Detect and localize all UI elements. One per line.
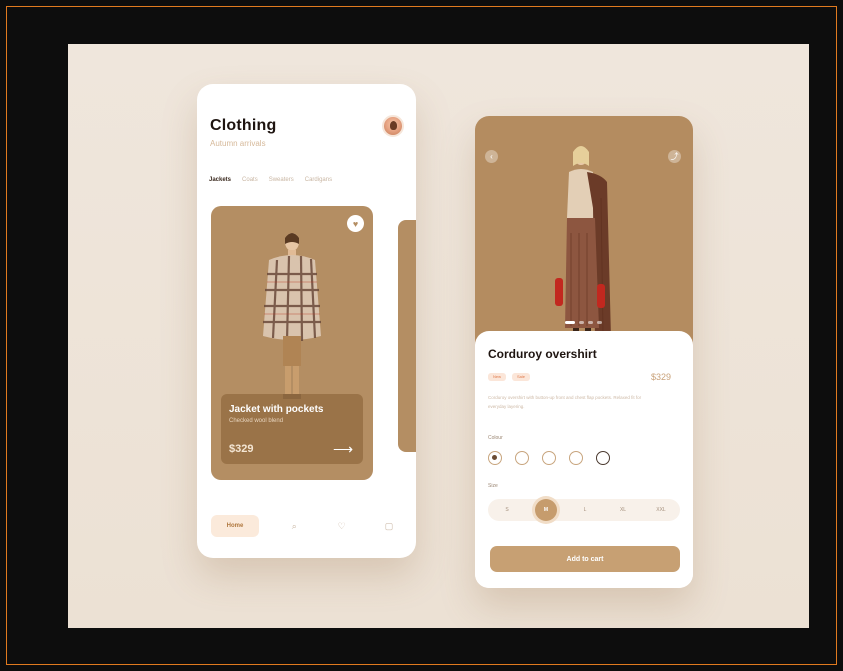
page-title: Clothing	[210, 117, 277, 134]
color-label: Colour	[488, 435, 503, 441]
add-to-cart-button[interactable]: Add to cart	[490, 546, 680, 572]
size-option-xxl[interactable]: XXL	[651, 507, 671, 513]
search-icon[interactable]: ⌕	[282, 521, 306, 532]
size-option-xl[interactable]: XL	[613, 507, 633, 513]
color-swatch-white[interactable]	[542, 451, 556, 465]
next-product-card-peek[interactable]	[398, 220, 416, 452]
color-swatches	[488, 451, 610, 465]
pagination-dot[interactable]	[565, 321, 575, 324]
share-icon[interactable]: ⤴	[668, 150, 681, 163]
featured-product-card[interactable]: ♥ Jacket with pockets Checked wool blend…	[211, 206, 373, 480]
catalog-phone: Clothing Autumn arrivals Jackets Coats S…	[197, 84, 416, 558]
size-option-l[interactable]: L	[575, 507, 595, 513]
tab-sweaters[interactable]: Sweaters	[269, 177, 294, 183]
color-swatch-cream[interactable]	[515, 451, 529, 465]
product-info-panel: Jacket with pockets Checked wool blend $…	[221, 394, 363, 464]
size-label: Size	[488, 483, 498, 489]
avatar[interactable]	[382, 115, 404, 137]
size-option-m[interactable]: M	[535, 499, 557, 521]
color-swatch-brown[interactable]	[488, 451, 502, 465]
nav-home-button[interactable]: Home	[211, 515, 259, 537]
back-arrow-icon[interactable]: ‹	[485, 150, 498, 163]
pagination-dot[interactable]	[597, 321, 602, 324]
arrow-right-icon[interactable]: ⟶	[333, 441, 353, 458]
tag-badge: Sale	[512, 373, 531, 381]
pagination-dot[interactable]	[579, 321, 584, 324]
product-detail-phone: ‹ ⤴ Corduroy overshirt New Sale $329 Cor…	[475, 116, 693, 588]
product-price: $329	[651, 372, 672, 382]
product-name: Jacket with pockets	[229, 404, 324, 415]
color-swatch-dark[interactable]	[596, 451, 610, 465]
image-pagination[interactable]	[565, 321, 602, 324]
color-swatch-beige[interactable]	[569, 451, 583, 465]
tab-jackets[interactable]: Jackets	[209, 177, 231, 183]
tab-coats[interactable]: Coats	[242, 177, 258, 183]
bottom-nav: Home ⌕ ♡ ▢	[211, 514, 401, 538]
product-title: Corduroy overshirt	[488, 347, 597, 361]
product-price: $329	[229, 443, 254, 455]
size-option-s[interactable]: S	[497, 507, 517, 513]
model-overshirt-image	[555, 146, 611, 338]
favorite-heart-icon[interactable]: ♥	[347, 215, 364, 232]
pagination-dot[interactable]	[588, 321, 593, 324]
tag-badge: New	[488, 373, 507, 381]
tab-cardigans[interactable]: Cardigans	[305, 177, 332, 183]
showcase-canvas: Clothing Autumn arrivals Jackets Coats S…	[68, 44, 809, 628]
product-detail-sheet: Corduroy overshirt New Sale $329 Corduro…	[475, 331, 693, 588]
bag-icon[interactable]: ▢	[377, 521, 401, 532]
heart-icon[interactable]: ♡	[330, 521, 354, 532]
product-tags: New Sale	[488, 373, 531, 381]
category-tabs: Jackets Coats Sweaters Cardigans	[209, 177, 409, 183]
model-jacket-image	[263, 233, 321, 399]
product-description: Corduroy overshirt with button-up front …	[488, 395, 642, 409]
product-subtitle: Checked wool blend	[229, 418, 284, 424]
product-photo: ‹ ⤴	[475, 116, 693, 356]
size-selector: S M L XL XXL	[488, 499, 680, 521]
page-subtitle: Autumn arrivals	[210, 139, 266, 148]
